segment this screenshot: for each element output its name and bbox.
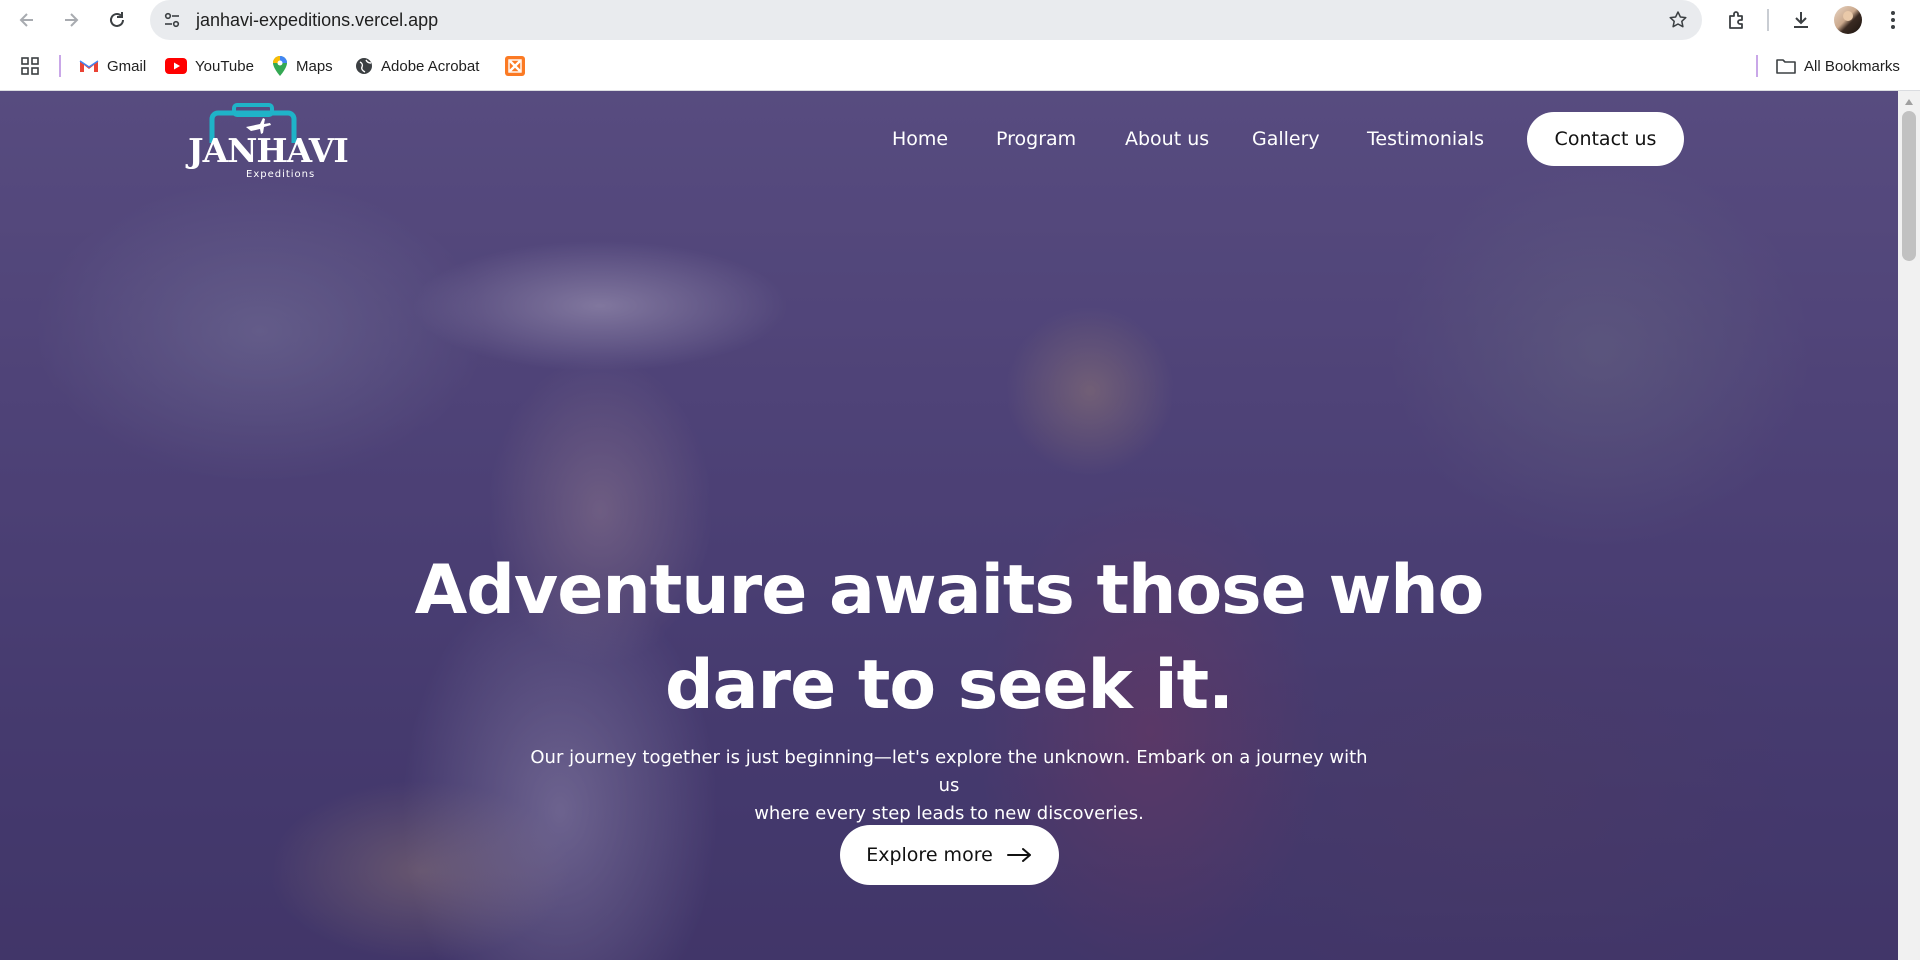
all-bookmarks-button[interactable]: All Bookmarks [1776, 53, 1900, 79]
reload-button[interactable] [101, 4, 133, 36]
kebab-menu-icon [1891, 11, 1895, 29]
folder-icon [1776, 59, 1796, 74]
toolbar-divider [1767, 9, 1769, 31]
hero-subtext-line-2: where every step leads to new discoverie… [754, 803, 1144, 824]
globe-icon [356, 58, 372, 74]
hero-subtext: Our journey together is just beginning—l… [520, 744, 1378, 828]
extensions-button[interactable] [1721, 4, 1753, 36]
bookmarks-divider [1756, 55, 1758, 77]
bookmark-star-icon[interactable] [1666, 8, 1690, 32]
bookmark-label: Maps [296, 57, 333, 75]
url-text[interactable]: janhavi-expeditions.vercel.app [196, 0, 438, 40]
download-icon [1794, 12, 1808, 28]
bookmarks-divider [59, 55, 61, 77]
address-bar[interactable]: janhavi-expeditions.vercel.app [150, 0, 1702, 40]
arrow-right-icon [1006, 848, 1031, 862]
browser-menu-button[interactable] [1877, 4, 1909, 36]
scroll-thumb[interactable] [1902, 111, 1916, 261]
bookmark-label: Gmail [107, 57, 147, 75]
profile-avatar[interactable] [1834, 6, 1862, 34]
puzzle-icon [1729, 11, 1743, 29]
bookmark-label: Adobe Acrobat [381, 57, 480, 75]
apps-button[interactable] [20, 53, 40, 79]
hero-headline-line-2: dare to seek it. [664, 646, 1234, 725]
back-button[interactable] [11, 4, 43, 36]
nav-testimonials[interactable]: Testimonials [1367, 107, 1484, 171]
forward-button[interactable] [55, 4, 87, 36]
hero-headline: Adventure awaits those who dare to seek … [0, 543, 1898, 733]
youtube-icon [165, 58, 187, 74]
scroll-up-arrow-icon[interactable] [1905, 99, 1913, 105]
bookmarks-bar: Gmail YouTube Maps Adobe Acrobat All Boo… [0, 40, 1920, 91]
page-viewport: JANHAVI Expeditions Home Program About u… [0, 91, 1920, 960]
bookmark-gmail[interactable]: Gmail [79, 53, 146, 79]
page-scrollbar[interactable] [1898, 91, 1920, 960]
main-navigation: Home Program About us Gallery Testimonia… [0, 107, 1898, 171]
explore-more-button[interactable]: Explore more [840, 825, 1059, 885]
reload-icon [110, 12, 124, 27]
explore-more-label: Explore more [866, 844, 993, 866]
nav-gallery[interactable]: Gallery [1252, 107, 1320, 171]
all-bookmarks-label: All Bookmarks [1804, 57, 1900, 75]
site-info-icon[interactable] [160, 8, 184, 32]
apps-grid-icon [21, 57, 39, 75]
hero-subtext-line-1: Our journey together is just beginning—l… [530, 747, 1368, 796]
bookmark-xampp[interactable] [505, 53, 525, 79]
gmail-icon [79, 60, 99, 72]
nav-home[interactable]: Home [892, 107, 948, 171]
bookmark-label: YouTube [195, 57, 254, 75]
hero-headline-line-1: Adventure awaits those who [414, 551, 1485, 630]
nav-program[interactable]: Program [996, 107, 1076, 171]
browser-toolbar: janhavi-expeditions.vercel.app [0, 0, 1920, 40]
maps-icon [273, 56, 287, 76]
downloads-button[interactable] [1785, 4, 1817, 36]
bookmark-youtube[interactable]: YouTube [165, 53, 254, 79]
back-arrow-icon [19, 13, 33, 27]
contact-us-button[interactable]: Contact us [1527, 112, 1684, 166]
nav-about-us[interactable]: About us [1125, 107, 1209, 171]
forward-arrow-icon [65, 13, 79, 27]
xampp-icon [505, 56, 525, 76]
bookmark-maps[interactable]: Maps [272, 53, 333, 79]
bookmark-adobe-acrobat[interactable]: Adobe Acrobat [355, 53, 479, 79]
